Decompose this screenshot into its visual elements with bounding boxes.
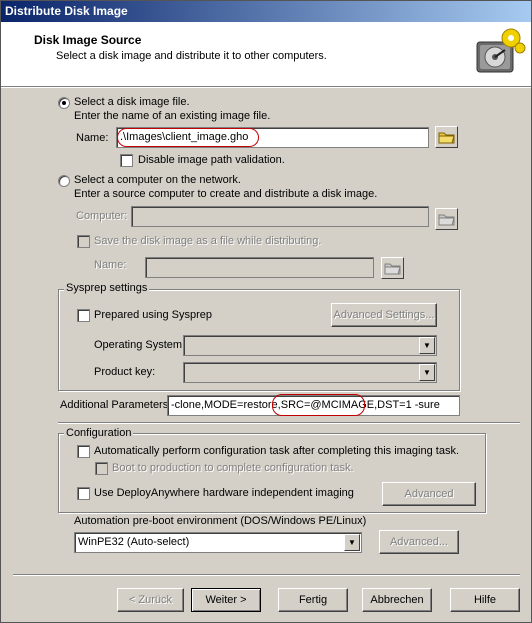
os-dropdown-arrow[interactable]: ▼ <box>419 337 435 354</box>
folder-icon <box>384 263 401 275</box>
browse-computer-button[interactable] <box>435 208 458 230</box>
sysprep-checkbox[interactable] <box>77 309 90 322</box>
advanced-settings-button[interactable]: Advanced Settings... <box>331 303 437 327</box>
deploy-anywhere-checkbox[interactable] <box>77 487 90 500</box>
folder-icon <box>438 132 455 144</box>
configuration-group-title: Configuration <box>64 427 134 439</box>
computer-description: Enter a source computer to create and di… <box>74 188 378 200</box>
product-key-select[interactable] <box>183 362 437 383</box>
distribute-disk-image-dialog: Distribute Disk Image Disk Image Source … <box>0 0 532 623</box>
folder-icon <box>438 214 455 226</box>
save-name-label: Name: <box>94 259 127 271</box>
cancel-button[interactable]: Abbrechen <box>362 588 432 612</box>
computer-radio[interactable] <box>58 175 70 187</box>
finish-button[interactable]: Fertig <box>278 588 348 612</box>
boot-production-checkbox[interactable] <box>95 462 108 475</box>
window-title: Distribute Disk Image <box>5 4 128 18</box>
browse-image-button[interactable] <box>435 126 458 148</box>
image-file-radio[interactable] <box>58 97 70 109</box>
disable-validation-checkbox[interactable] <box>120 154 133 167</box>
page-title: Disk Image Source <box>34 33 142 47</box>
disk-image-icon <box>476 28 526 73</box>
computer-label: Computer: <box>76 210 128 222</box>
back-button[interactable]: < Zurück <box>117 588 184 612</box>
header-separator <box>1 86 531 88</box>
sysprep-group-title: Sysprep settings <box>64 282 150 294</box>
wizard-header: Disk Image Source Select a disk image an… <box>1 22 531 86</box>
automation-advanced-button[interactable]: Advanced... <box>379 530 459 554</box>
auto-config-label[interactable]: Automatically perform configuration task… <box>94 445 459 457</box>
deploy-anywhere-advanced-button[interactable]: Advanced <box>382 482 476 506</box>
footer-separator <box>13 574 520 576</box>
save-disk-image-checkbox[interactable] <box>77 235 90 248</box>
image-file-description: Enter the name of an existing image file… <box>74 110 271 122</box>
computer-input[interactable] <box>131 206 429 227</box>
automation-selected-value: WinPE32 (Auto-select) <box>78 536 190 548</box>
computer-radio-label[interactable]: Select a computer on the network. <box>74 174 241 186</box>
os-select[interactable] <box>183 335 437 356</box>
additional-params-label: Additional Parameters: <box>60 399 172 411</box>
product-key-label: Product key: <box>94 366 156 378</box>
help-button[interactable]: Hilfe <box>450 588 520 612</box>
os-label: Operating System: <box>94 339 186 351</box>
deploy-anywhere-label[interactable]: Use DeployAnywhere hardware independent … <box>94 487 354 499</box>
automation-select[interactable]: WinPE32 (Auto-select) <box>74 532 362 553</box>
automation-label: Automation pre-boot environment (DOS/Win… <box>74 515 367 527</box>
browse-save-button[interactable] <box>381 257 404 279</box>
sysprep-label[interactable]: Prepared using Sysprep <box>94 309 212 321</box>
highlight-annotation <box>117 128 259 147</box>
image-name-label: Name: <box>76 132 109 144</box>
page-subtitle: Select a disk image and distribute it to… <box>56 50 327 62</box>
automation-dropdown-arrow[interactable]: ▼ <box>344 534 360 551</box>
disable-validation-label[interactable]: Disable image path validation. <box>138 154 285 166</box>
image-file-radio-label[interactable]: Select a disk image file. <box>74 96 190 108</box>
separator <box>58 422 520 424</box>
save-disk-image-label: Save the disk image as a file while dist… <box>94 235 322 247</box>
next-button[interactable]: Weiter > <box>191 588 261 612</box>
save-name-input[interactable] <box>145 257 374 278</box>
product-key-dropdown-arrow[interactable]: ▼ <box>419 364 435 381</box>
highlight-annotation <box>272 394 365 416</box>
auto-config-checkbox[interactable] <box>77 445 90 458</box>
boot-production-label: Boot to production to complete configura… <box>112 462 354 474</box>
title-bar: Distribute Disk Image <box>1 1 531 22</box>
